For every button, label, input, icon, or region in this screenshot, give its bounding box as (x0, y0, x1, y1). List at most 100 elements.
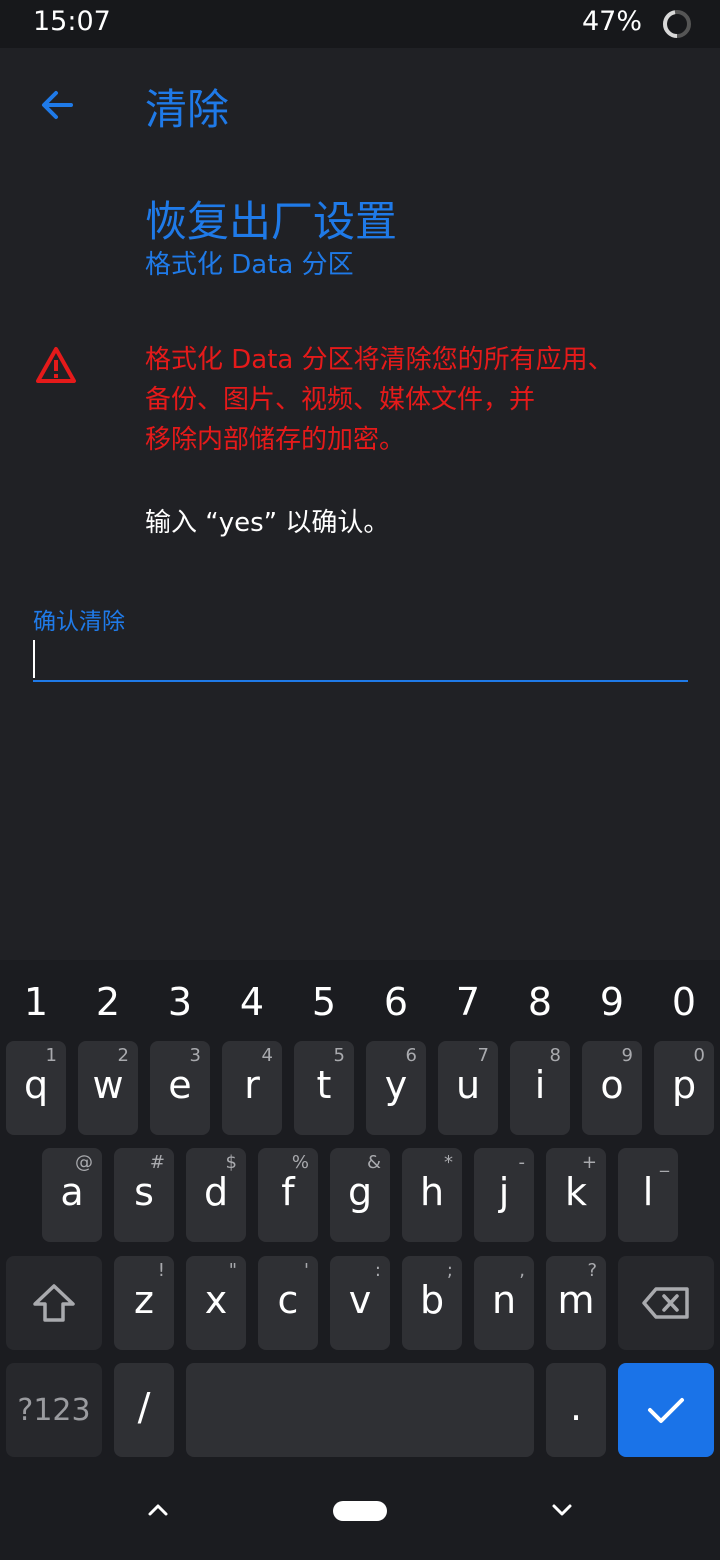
key-w[interactable]: 2w (78, 1041, 138, 1135)
key-label: h (419, 1170, 445, 1214)
slash-key[interactable]: / (114, 1363, 174, 1457)
key-o[interactable]: 9o (582, 1041, 642, 1135)
header-title: 清除 (145, 85, 230, 134)
key-h[interactable]: * h (402, 1148, 462, 1242)
enter-key[interactable] (618, 1363, 714, 1457)
number-key[interactable]: 3 (144, 974, 216, 1030)
key-m[interactable]: ? m (546, 1256, 606, 1350)
key-k[interactable]: + k (546, 1148, 606, 1242)
number-key[interactable]: 1 (0, 974, 72, 1030)
nav-collapse-button[interactable] (138, 1490, 178, 1530)
key-u[interactable]: 7u (438, 1041, 498, 1135)
key-label: y (384, 1063, 408, 1107)
warning-line: 格式化 Data 分区将清除您的所有应用、 (145, 345, 614, 375)
number-key[interactable]: 7 (432, 974, 504, 1030)
key-p[interactable]: 0p (654, 1041, 714, 1135)
key-a[interactable]: @ a (42, 1148, 102, 1242)
key-q[interactable]: 1q (6, 1041, 66, 1135)
key-label: d (203, 1170, 229, 1214)
key-i[interactable]: 8i (510, 1041, 570, 1135)
period-key[interactable]: . (546, 1363, 606, 1457)
key-label: o (600, 1063, 624, 1107)
key-label: n (491, 1278, 517, 1322)
key-v[interactable]: :v (330, 1256, 390, 1350)
key-label: l (642, 1170, 654, 1214)
warning-line: 移除内部储存的加密。 (145, 425, 406, 455)
number-key[interactable]: 2 (72, 974, 144, 1030)
chevron-down-icon (552, 1504, 572, 1516)
key-label: f (281, 1170, 295, 1214)
keyboard-hide-button[interactable] (542, 1490, 582, 1530)
key-x[interactable]: " x (186, 1256, 246, 1350)
key-l[interactable]: _ l (618, 1148, 678, 1242)
number-row: 1234567890 (0, 974, 720, 1030)
backspace-key[interactable] (618, 1256, 714, 1350)
key-label: . (569, 1385, 583, 1429)
key-f[interactable]: % f (258, 1148, 318, 1242)
page-title: 恢复出厂设置 (145, 197, 398, 246)
key-label: c (277, 1278, 299, 1322)
text-caret (33, 640, 35, 678)
chevron-up-icon (148, 1504, 168, 1516)
key-label: q (23, 1063, 49, 1107)
key-b[interactable]: ; b (402, 1256, 462, 1350)
shift-key[interactable] (6, 1256, 102, 1350)
key-label: g (347, 1170, 373, 1214)
home-button[interactable] (333, 1501, 387, 1521)
arrow-left-icon (42, 91, 73, 119)
page-subtitle: 格式化 Data 分区 (145, 250, 354, 280)
key-label: j (498, 1170, 510, 1214)
warning-icon (36, 347, 76, 383)
key-label: p (671, 1063, 697, 1107)
key-label: b (419, 1278, 445, 1322)
warning-message: 格式化 Data 分区将清除您的所有应用、 备份、图片、视频、媒体文件，并 移除… (145, 340, 685, 460)
key-label: r (244, 1063, 260, 1107)
shift-icon (33, 1284, 75, 1322)
confirm-instruction: 输入 “yes” 以确认。 (145, 508, 390, 538)
key-n[interactable]: ,n (474, 1256, 534, 1350)
symbols-key-label: ?123 (17, 1393, 91, 1428)
key-t[interactable]: 5t (294, 1041, 354, 1135)
status-time: 15:07 (33, 6, 111, 37)
key-j[interactable]: -j (474, 1148, 534, 1242)
key-label: / (137, 1385, 151, 1429)
key-label: z (134, 1278, 154, 1322)
key-label: i (534, 1063, 546, 1107)
key-label: x (204, 1278, 228, 1322)
key-label: m (557, 1278, 595, 1322)
key-label: w (92, 1063, 124, 1107)
key-label: a (60, 1170, 84, 1214)
confirm-input[interactable] (33, 638, 688, 682)
number-key[interactable]: 5 (288, 974, 360, 1030)
number-key[interactable]: 4 (216, 974, 288, 1030)
key-label: e (168, 1063, 192, 1107)
key-r[interactable]: 4r (222, 1041, 282, 1135)
battery-icon (663, 10, 691, 38)
number-key[interactable]: 6 (360, 974, 432, 1030)
warning-line: 备份、图片、视频、媒体文件，并 (145, 385, 536, 415)
key-z[interactable]: ! z (114, 1256, 174, 1350)
battery-percentage: 47% (581, 6, 642, 37)
key-y[interactable]: 6y (366, 1041, 426, 1135)
key-label: k (564, 1170, 587, 1214)
key-label: t (316, 1063, 332, 1107)
status-bar: 15:07 47% (0, 0, 720, 48)
key-e[interactable]: 3e (150, 1041, 210, 1135)
number-key[interactable]: 9 (576, 974, 648, 1030)
space-key[interactable] (186, 1363, 534, 1457)
checkmark-icon (648, 1398, 684, 1423)
key-g[interactable]: & g (330, 1148, 390, 1242)
navigation-bar (0, 1460, 720, 1560)
back-button[interactable] (30, 78, 84, 132)
number-key[interactable]: 0 (648, 974, 720, 1030)
confirm-input-label: 确认清除 (33, 609, 125, 635)
key-label: s (134, 1170, 154, 1214)
backspace-icon (642, 1287, 689, 1319)
key-label: v (348, 1278, 372, 1322)
symbols-key[interactable]: ?123 (6, 1363, 102, 1457)
key-label: u (455, 1063, 481, 1107)
key-s[interactable]: # s (114, 1148, 174, 1242)
key-c[interactable]: ' c (258, 1256, 318, 1350)
number-key[interactable]: 8 (504, 974, 576, 1030)
key-d[interactable]: $ d (186, 1148, 246, 1242)
